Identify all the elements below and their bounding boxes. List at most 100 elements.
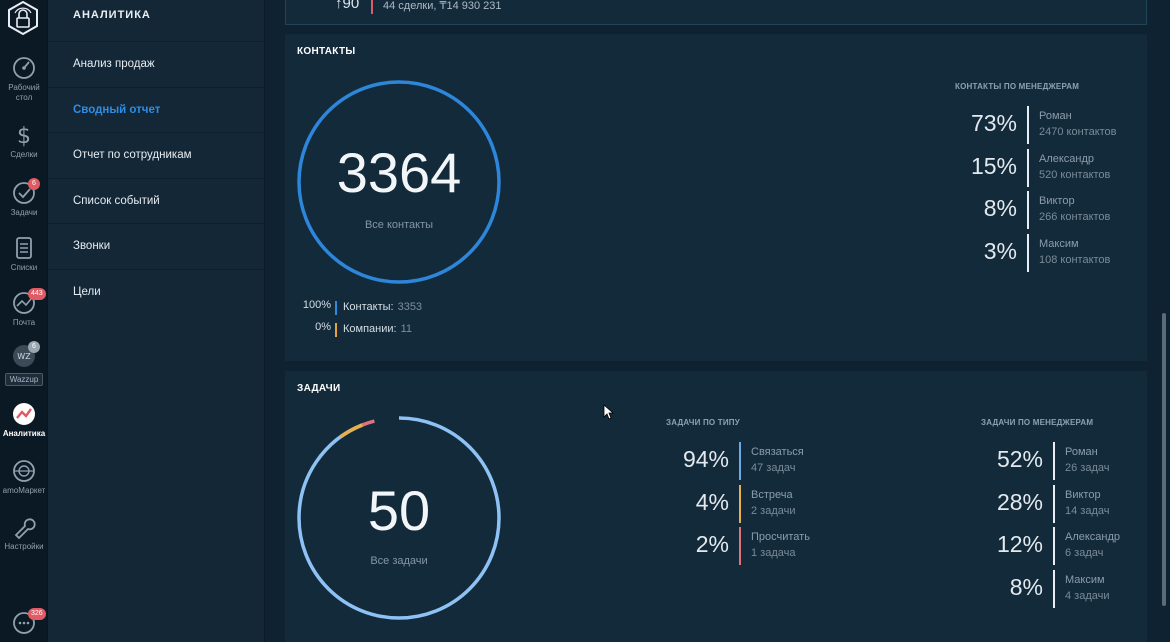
tasks-title: ЗАДАЧИ (297, 383, 341, 394)
rail-label-mail: Почта (12, 318, 36, 327)
scrollbar[interactable] (1162, 313, 1166, 606)
deals-stage-value: ↑90 (335, 0, 360, 12)
submenu-item-goals[interactable]: Цели (48, 268, 265, 315)
stat-sub: 108 контактов (1039, 253, 1111, 266)
submenu-item-employee-report[interactable]: Отчет по сотрудникам (48, 132, 265, 178)
submenu-item-sales-analysis[interactable]: Анализ продаж (48, 41, 265, 87)
task-manager-row: 28% Виктор 14 задач (975, 484, 1162, 523)
app: Рабочий стол $ Сделки 6 Задачи Списки 44… (0, 0, 1170, 642)
stat-percent: 94% (682, 446, 729, 472)
stat-bar (1027, 233, 1029, 272)
submenu-title: АНАЛИТИКА (73, 9, 151, 21)
legend-name: Компании: (343, 323, 397, 335)
stat-bar (1027, 106, 1029, 144)
rail-label-tasks: Задачи (10, 208, 38, 217)
stat-sub: 266 контактов (1039, 211, 1111, 223)
stat-bar (739, 442, 741, 480)
stat-name: Александр (1039, 152, 1095, 165)
tasks-ring[interactable]: 50 Все задачи (297, 416, 501, 620)
stat-bar (1053, 442, 1055, 480)
stat-bar (1027, 148, 1029, 187)
rail-item-tasks[interactable]: 6 Задачи (0, 178, 48, 218)
dollar-icon: $ (17, 124, 31, 148)
mail-badge: 443 (28, 288, 46, 300)
legend-name: Контакты: (343, 301, 394, 313)
stat-name: Виктор (1039, 195, 1075, 207)
legend-bar (335, 323, 337, 337)
chat-badge: 326 (28, 608, 46, 620)
contacts-total-label: Все контакты (364, 219, 434, 231)
task-type-row: 2% Просчитать 1 задача (668, 527, 868, 565)
stat-name: Максим (1065, 573, 1105, 586)
stat-name: Виктор (1065, 488, 1101, 501)
stat-sub: 14 задач (1065, 504, 1110, 517)
wazzup-badge: 6 (28, 341, 40, 353)
stat-percent: 4% (695, 488, 729, 515)
stat-percent: 3% (983, 237, 1017, 264)
legend-value: 11 (400, 323, 413, 335)
rail-label-dashboard: Рабочий стол (8, 83, 40, 102)
settings-icon (14, 518, 36, 540)
rail-item-lists[interactable]: Списки (0, 235, 48, 273)
task-manager-row: 8% Максим 4 задачи (975, 569, 1162, 608)
stat-sub: 1 задача (751, 547, 796, 559)
lists-icon (16, 237, 32, 259)
deals-stage-bar (371, 0, 373, 14)
rail-item-dashboard[interactable]: Рабочий стол (0, 55, 48, 103)
stat-percent: 15% (970, 152, 1017, 179)
contacts-manager-row: 3% Максим 108 контактов (949, 233, 1149, 272)
stat-sub: 4 задачи (1065, 589, 1110, 602)
contacts-total: 3364 (336, 141, 462, 204)
rail-item-settings[interactable]: Настройки (0, 514, 48, 552)
stat-percent: 28% (996, 488, 1043, 515)
dashboard-icon (13, 57, 35, 79)
stat-percent: 12% (996, 531, 1043, 557)
rail-label-deals: Сделки (10, 150, 38, 159)
stat-name: Просчитать (751, 531, 810, 543)
rail-label-market: amoМаркет (2, 486, 46, 495)
rail-item-analytics[interactable]: Аналитика (0, 401, 48, 439)
rail-item-deals[interactable]: $ Сделки (0, 122, 48, 160)
stat-sub: 47 задач (751, 462, 796, 474)
stat-bar (739, 527, 741, 565)
submenu-item-calls[interactable]: Звонки (48, 223, 265, 269)
stat-name: Встреча (751, 488, 793, 501)
submenu-item-summary-report[interactable]: Сводный отчет (48, 86, 265, 133)
legend-pct: 100% (302, 299, 331, 311)
contacts-ring[interactable]: 3364 Все контакты (297, 80, 501, 284)
tasks-total: 50 (367, 479, 431, 542)
stat-name: Связаться (751, 446, 804, 458)
rail-label-analytics: Аналитика (2, 429, 46, 438)
contacts-by-manager-title: КОНТАКТЫ ПО МЕНЕДЖЕРАМ (955, 82, 1080, 91)
tasks-card: ЗАДАЧИ 50 Все задачи ЗАДАЧИ ПО ТИПУ 94% С… (285, 371, 1147, 642)
svg-text:$: $ (17, 124, 31, 148)
rail-item-wazzup[interactable]: WZ 6 Wazzup (0, 341, 48, 386)
stat-bar (1027, 191, 1029, 229)
stat-sub: 6 задач (1065, 547, 1104, 559)
logo[interactable] (4, 0, 42, 36)
stat-percent: 52% (996, 446, 1043, 472)
stat-percent: 8% (983, 195, 1017, 221)
stat-percent: 73% (970, 110, 1017, 136)
stat-bar (1053, 484, 1055, 523)
submenu-item-events-list[interactable]: Список событий (48, 177, 265, 224)
stat-bar (1053, 569, 1055, 608)
rail-item-mail[interactable]: 443 Почта (0, 288, 48, 328)
rail-item-chat[interactable]: 326 (0, 608, 48, 638)
stat-sub: 2 задачи (751, 504, 796, 517)
task-manager-row: 52% Роман 26 задач (975, 442, 1162, 480)
stat-bar (1053, 527, 1055, 565)
contacts-manager-row: 8% Виктор 266 контактов (949, 191, 1149, 229)
stat-bar (739, 484, 741, 523)
task-type-row: 94% Связаться 47 задач (668, 442, 868, 480)
contacts-title: КОНТАКТЫ (297, 46, 356, 57)
legend-value: 3353 (397, 301, 423, 313)
stat-name: Максим (1039, 237, 1079, 250)
stat-percent: 2% (695, 531, 729, 557)
stat-name: Александр (1065, 531, 1121, 543)
contacts-manager-row: 15% Александр 520 контактов (949, 148, 1149, 187)
legend-pct: 0% (315, 321, 331, 333)
stat-sub: 2470 контактов (1039, 126, 1117, 138)
rail-item-market[interactable]: amoМаркет (0, 458, 48, 496)
main-content: ↑90 44 сделки, ₸14 930 231 КОНТАКТЫ 3364… (266, 0, 1162, 642)
